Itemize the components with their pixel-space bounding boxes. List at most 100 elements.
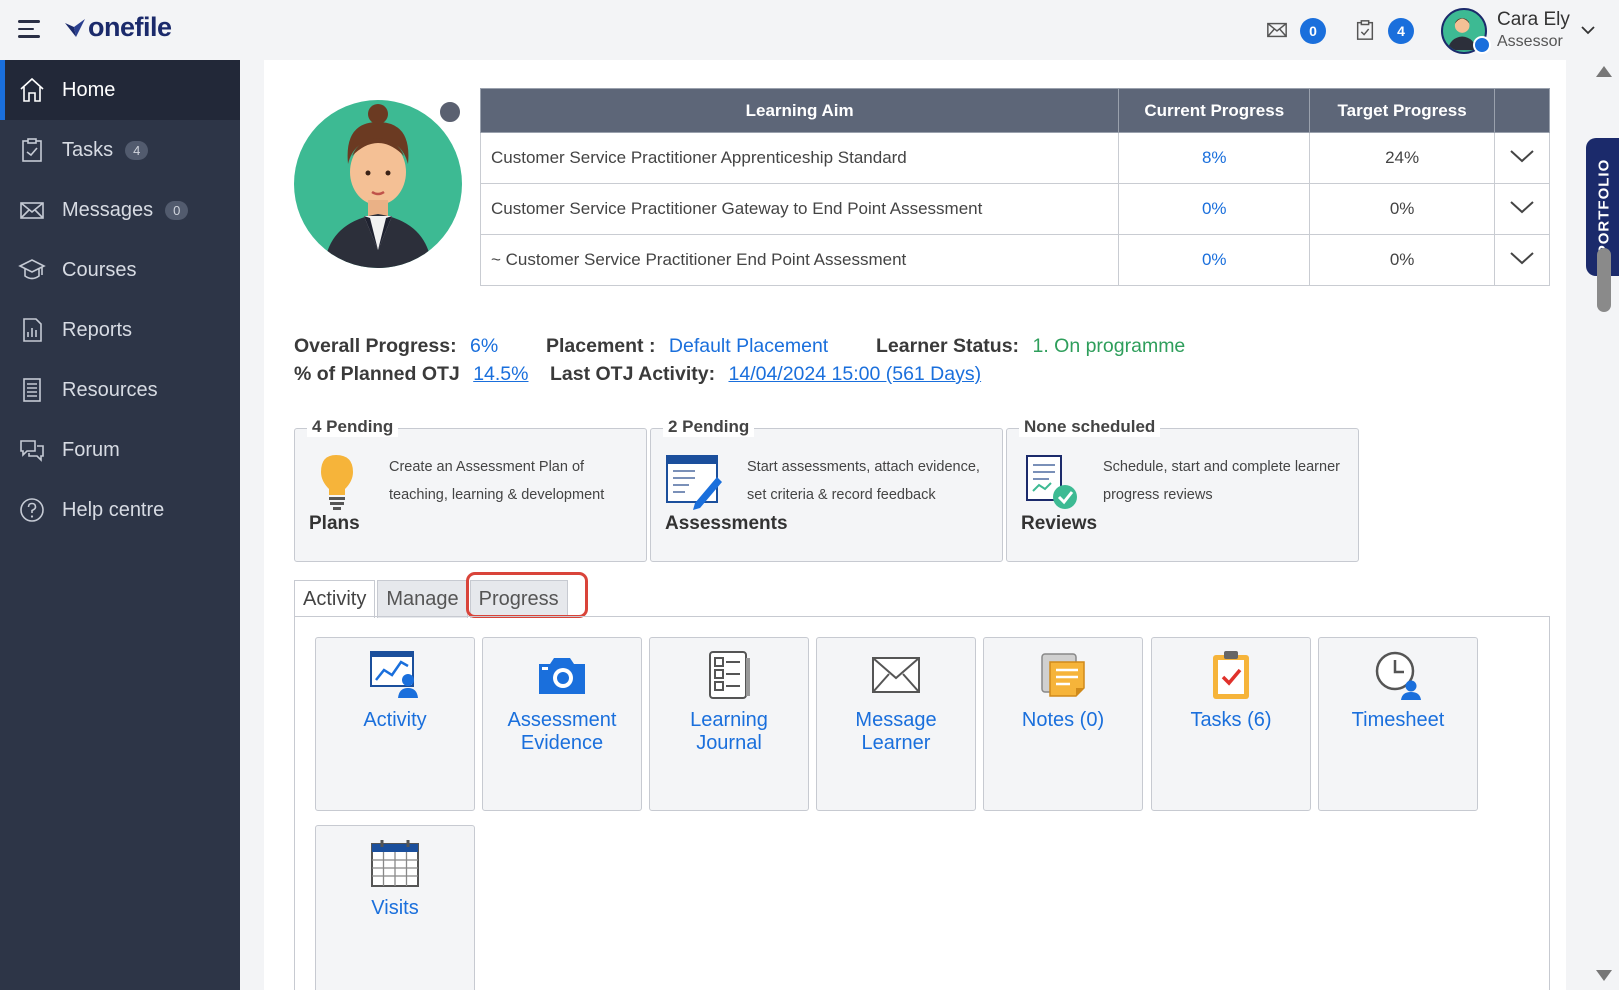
current-progress-cell[interactable]: 0% bbox=[1118, 183, 1311, 235]
assessments-title: Assessments bbox=[665, 513, 788, 534]
activity-chart-user-icon bbox=[370, 651, 418, 698]
scroll-down-arrow-icon[interactable] bbox=[1596, 970, 1612, 981]
chevron-down-icon bbox=[1510, 200, 1534, 213]
tasks-count-badge: 4 bbox=[125, 140, 149, 160]
clipboard-check-icon[interactable] bbox=[1354, 19, 1376, 41]
current-progress-cell[interactable]: 8% bbox=[1118, 132, 1311, 184]
target-progress-cell: 0% bbox=[1309, 183, 1495, 235]
resources-icon bbox=[23, 378, 41, 402]
messages-count-badge: 0 bbox=[165, 200, 189, 220]
column-header-learning-aim[interactable]: Learning Aim bbox=[479, 88, 1120, 133]
learner-status: Learner Status: 1. On programme bbox=[876, 335, 1185, 358]
sidebar-item-home[interactable]: Home bbox=[0, 60, 240, 120]
tile-label: Assessment Evidence bbox=[507, 709, 617, 754]
table-row[interactable]: ~ Customer Service Practitioner End Poin… bbox=[479, 234, 1551, 286]
sidebar-item-courses[interactable]: Courses bbox=[0, 240, 240, 300]
hamburger-menu-icon[interactable] bbox=[18, 20, 40, 38]
overall-progress-label: Overall Progress: bbox=[294, 335, 457, 357]
last-otj-activity: Last OTJ Activity: 14/04/2024 15:00 (561… bbox=[550, 363, 981, 386]
sidebar-item-messages[interactable]: Messages 0 bbox=[0, 180, 240, 240]
sidebar-item-tasks[interactable]: Tasks 4 bbox=[0, 120, 240, 180]
tile-label: Message Learner bbox=[855, 709, 937, 754]
home-icon bbox=[20, 77, 44, 102]
learning-aims-table: Learning Aim Current Progress Target Pro… bbox=[479, 88, 1551, 286]
tab-manage[interactable]: Manage bbox=[377, 580, 468, 618]
activity-tile[interactable]: Activity bbox=[315, 637, 475, 811]
learner-dashboard: Learning Aim Current Progress Target Pro… bbox=[264, 60, 1566, 990]
user-role: Assessor bbox=[1497, 33, 1563, 50]
last-otj-label: Last OTJ Activity: bbox=[550, 363, 716, 385]
last-otj-link[interactable]: 14/04/2024 15:00 (561 Days) bbox=[729, 363, 982, 385]
review-document-check-icon bbox=[1026, 455, 1077, 509]
top-bar: onefile 0 4 Cara Ely Assessor bbox=[0, 0, 1619, 60]
learner-status-value[interactable]: 1. On programme bbox=[1032, 335, 1185, 357]
envelope-icon bbox=[20, 202, 44, 219]
learner-status-label: Learner Status: bbox=[876, 335, 1020, 357]
placement-link[interactable]: Default Placement bbox=[669, 335, 828, 357]
tile-label: Timesheet bbox=[1351, 709, 1445, 731]
sidebar-item-label: Reports bbox=[62, 318, 133, 341]
scrollbar-thumb[interactable] bbox=[1597, 248, 1611, 312]
table-row[interactable]: Customer Service Practitioner Gateway to… bbox=[479, 183, 1551, 235]
report-icon bbox=[23, 318, 42, 342]
scroll-up-arrow-icon[interactable] bbox=[1596, 66, 1612, 77]
plans-box[interactable]: 4 Pending Create an Assessment Plan of t… bbox=[294, 417, 647, 562]
assessment-form-icon bbox=[666, 455, 722, 510]
learning-journal-tile[interactable]: Learning Journal bbox=[649, 637, 809, 811]
user-name[interactable]: Cara Ely bbox=[1497, 9, 1570, 31]
help-icon bbox=[20, 498, 44, 522]
learning-aim-cell[interactable]: Customer Service Practitioner Apprentice… bbox=[479, 132, 1120, 184]
notes-tile[interactable]: Notes (0) bbox=[983, 637, 1143, 811]
envelope-icon bbox=[872, 657, 920, 693]
sidebar-item-forum[interactable]: Forum bbox=[0, 420, 240, 480]
planned-otj-link[interactable]: 14.5% bbox=[473, 363, 528, 385]
clipboard-icon bbox=[22, 138, 42, 162]
clock-user-icon bbox=[1375, 651, 1421, 700]
table-row[interactable]: Customer Service Practitioner Apprentice… bbox=[479, 132, 1551, 184]
graduation-cap-icon bbox=[18, 259, 46, 280]
onefile-mark-icon bbox=[65, 18, 85, 37]
placement-label: Placement : bbox=[546, 335, 656, 357]
column-header-target-progress[interactable]: Target Progress bbox=[1309, 88, 1495, 133]
tab-activity[interactable]: Activity bbox=[294, 580, 376, 618]
sidebar-item-help-centre[interactable]: Help centre bbox=[0, 480, 240, 540]
sidebar-item-label: Tasks bbox=[62, 138, 114, 161]
assessments-box[interactable]: 2 Pending Start assessments, attach evid… bbox=[650, 417, 1003, 562]
progress-tab-highlight bbox=[466, 572, 588, 618]
expand-row-button[interactable] bbox=[1493, 234, 1551, 286]
envelope-icon[interactable] bbox=[1266, 19, 1288, 41]
sidebar-item-label: Home bbox=[62, 78, 116, 101]
tile-label: Notes (0) bbox=[1021, 709, 1105, 731]
sidebar-item-reports[interactable]: Reports bbox=[0, 300, 240, 360]
timesheet-tile[interactable]: Timesheet bbox=[1318, 637, 1478, 811]
reviews-scheduled-legend: None scheduled bbox=[1019, 417, 1161, 437]
expand-row-button[interactable] bbox=[1493, 132, 1551, 184]
verified-check-icon bbox=[1473, 36, 1491, 54]
onefile-logo[interactable]: onefile bbox=[64, 12, 172, 43]
chevron-down-icon bbox=[1510, 251, 1534, 264]
tasks-tile[interactable]: Tasks (6) bbox=[1151, 637, 1311, 811]
sidebar-item-label: Resources bbox=[62, 378, 158, 401]
portfolio-tab-label: PORTFOLIO bbox=[1595, 158, 1613, 256]
overall-progress: Overall Progress: 6% bbox=[294, 335, 498, 358]
assessment-evidence-tile[interactable]: Assessment Evidence bbox=[482, 637, 642, 811]
learning-aim-cell[interactable]: ~ Customer Service Practitioner End Poin… bbox=[479, 234, 1120, 286]
target-progress-cell: 24% bbox=[1309, 132, 1495, 184]
messages-count-badge[interactable]: 0 bbox=[1300, 18, 1326, 44]
journal-icon bbox=[709, 651, 750, 699]
reviews-box[interactable]: None scheduled Schedule, start and compl… bbox=[1006, 417, 1359, 562]
sidebar-item-resources[interactable]: Resources bbox=[0, 360, 240, 420]
chevron-down-icon[interactable] bbox=[1580, 22, 1596, 38]
column-header-expand bbox=[1493, 88, 1551, 133]
visits-tile[interactable]: Visits bbox=[315, 825, 475, 990]
column-header-current-progress[interactable]: Current Progress bbox=[1118, 88, 1311, 133]
lightbulb-icon bbox=[321, 455, 353, 510]
clipboard-check-icon bbox=[1213, 651, 1249, 699]
current-progress-cell[interactable]: 0% bbox=[1118, 234, 1311, 286]
message-learner-tile[interactable]: Message Learner bbox=[816, 637, 976, 811]
photo-status-icon[interactable] bbox=[438, 100, 462, 124]
chat-bubbles-icon bbox=[20, 440, 44, 462]
expand-row-button[interactable] bbox=[1493, 183, 1551, 235]
tasks-count-badge[interactable]: 4 bbox=[1388, 18, 1414, 44]
learning-aim-cell[interactable]: Customer Service Practitioner Gateway to… bbox=[479, 183, 1120, 235]
